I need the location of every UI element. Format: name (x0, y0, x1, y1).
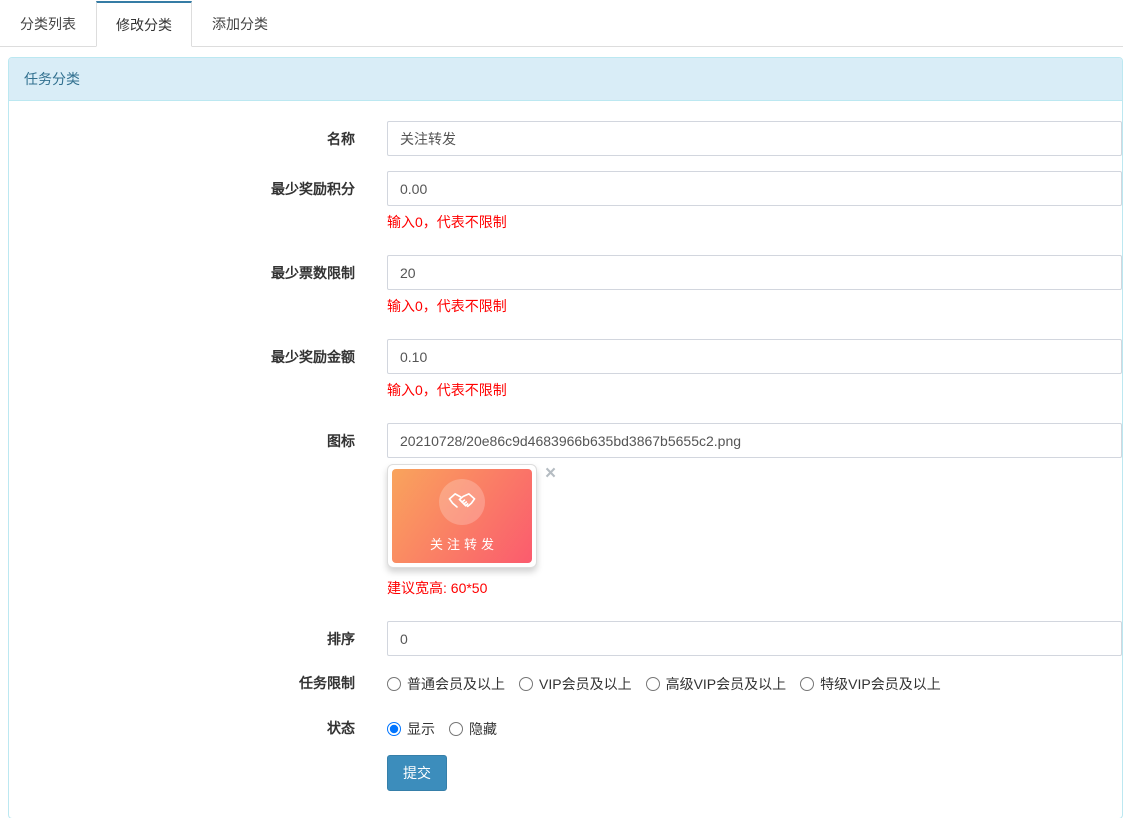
status-options: 显示 隐藏 (387, 716, 1122, 739)
status-radio-show[interactable] (387, 722, 401, 736)
tab-category-list[interactable]: 分类列表 (0, 0, 96, 46)
handshake-icon (439, 479, 485, 525)
status-option-hide[interactable]: 隐藏 (449, 719, 497, 739)
sort-label: 排序 (9, 621, 387, 656)
task-limit-option-highvip[interactable]: 高级VIP会员及以上 (646, 674, 787, 694)
min-reward-amount-label: 最少奖励金额 (9, 339, 387, 408)
task-limit-radio-highvip[interactable] (646, 677, 660, 691)
min-votes-label: 最少票数限制 (9, 255, 387, 324)
task-limit-radio-normal[interactable] (387, 677, 401, 691)
task-limit-label: 任务限制 (9, 671, 387, 694)
task-limit-options: 普通会员及以上 VIP会员及以上 高级VIP会员及以上 特级VIP会员及以上 (387, 671, 1122, 694)
task-limit-option-supervip-label: 特级VIP会员及以上 (820, 674, 941, 694)
icon-preview-image: 关注转发 (392, 469, 532, 563)
min-votes-hint: 输入0，代表不限制 (387, 298, 1122, 314)
edit-category-form: 名称 最少奖励积分 输入0，代表不限制 最少票数限制 输入0，代表不限制 最少奖… (9, 101, 1122, 818)
icon-row: 图标 (9, 423, 1122, 606)
task-limit-option-vip[interactable]: VIP会员及以上 (519, 674, 632, 694)
min-reward-amount-row: 最少奖励金额 输入0，代表不限制 (9, 339, 1122, 408)
task-limit-option-supervip[interactable]: 特级VIP会员及以上 (800, 674, 941, 694)
task-limit-radio-vip[interactable] (519, 677, 533, 691)
min-votes-input[interactable] (387, 255, 1122, 290)
sort-input[interactable] (387, 621, 1122, 656)
icon-label: 图标 (9, 423, 387, 606)
min-reward-points-hint: 输入0，代表不限制 (387, 214, 1122, 230)
tab-edit-category[interactable]: 修改分类 (96, 1, 192, 47)
icon-path-input[interactable] (387, 423, 1122, 458)
status-row: 状态 显示 隐藏 (9, 716, 1122, 739)
icon-preview-card: 关注转发 (387, 464, 537, 568)
min-reward-points-label: 最少奖励积分 (9, 171, 387, 240)
name-label: 名称 (9, 121, 387, 156)
tab-add-category[interactable]: 添加分类 (192, 0, 288, 46)
min-reward-amount-hint: 输入0，代表不限制 (387, 382, 1122, 398)
task-category-panel: 任务分类 名称 最少奖励积分 输入0，代表不限制 最少票数限制 输入0，代表不限… (8, 57, 1123, 818)
remove-image-icon[interactable]: × (545, 466, 556, 482)
task-limit-option-normal[interactable]: 普通会员及以上 (387, 674, 505, 694)
status-label: 状态 (9, 716, 387, 739)
name-row: 名称 (9, 121, 1122, 156)
status-option-show-label: 显示 (407, 719, 435, 739)
min-reward-points-row: 最少奖励积分 输入0，代表不限制 (9, 171, 1122, 240)
min-votes-row: 最少票数限制 输入0，代表不限制 (9, 255, 1122, 324)
min-reward-amount-input[interactable] (387, 339, 1122, 374)
task-limit-option-highvip-label: 高级VIP会员及以上 (666, 674, 787, 694)
submit-button[interactable]: 提交 (387, 755, 447, 791)
task-limit-option-normal-label: 普通会员及以上 (407, 674, 505, 694)
icon-preview-caption: 关注转发 (426, 534, 498, 553)
sort-row: 排序 (9, 621, 1122, 656)
submit-row: 提交 (9, 755, 1122, 791)
task-limit-radio-supervip[interactable] (800, 677, 814, 691)
panel-title: 任务分类 (9, 58, 1122, 101)
tab-bar: 分类列表 修改分类 添加分类 (0, 0, 1123, 47)
name-input[interactable] (387, 121, 1122, 156)
status-option-hide-label: 隐藏 (469, 719, 497, 739)
task-limit-option-vip-label: VIP会员及以上 (539, 674, 632, 694)
task-limit-row: 任务限制 普通会员及以上 VIP会员及以上 高级VIP会员及以上 特级VIP会员… (9, 671, 1122, 694)
status-radio-hide[interactable] (449, 722, 463, 736)
min-reward-points-input[interactable] (387, 171, 1122, 206)
status-option-show[interactable]: 显示 (387, 719, 435, 739)
icon-size-hint: 建议宽高: 60*50 (387, 580, 1122, 596)
